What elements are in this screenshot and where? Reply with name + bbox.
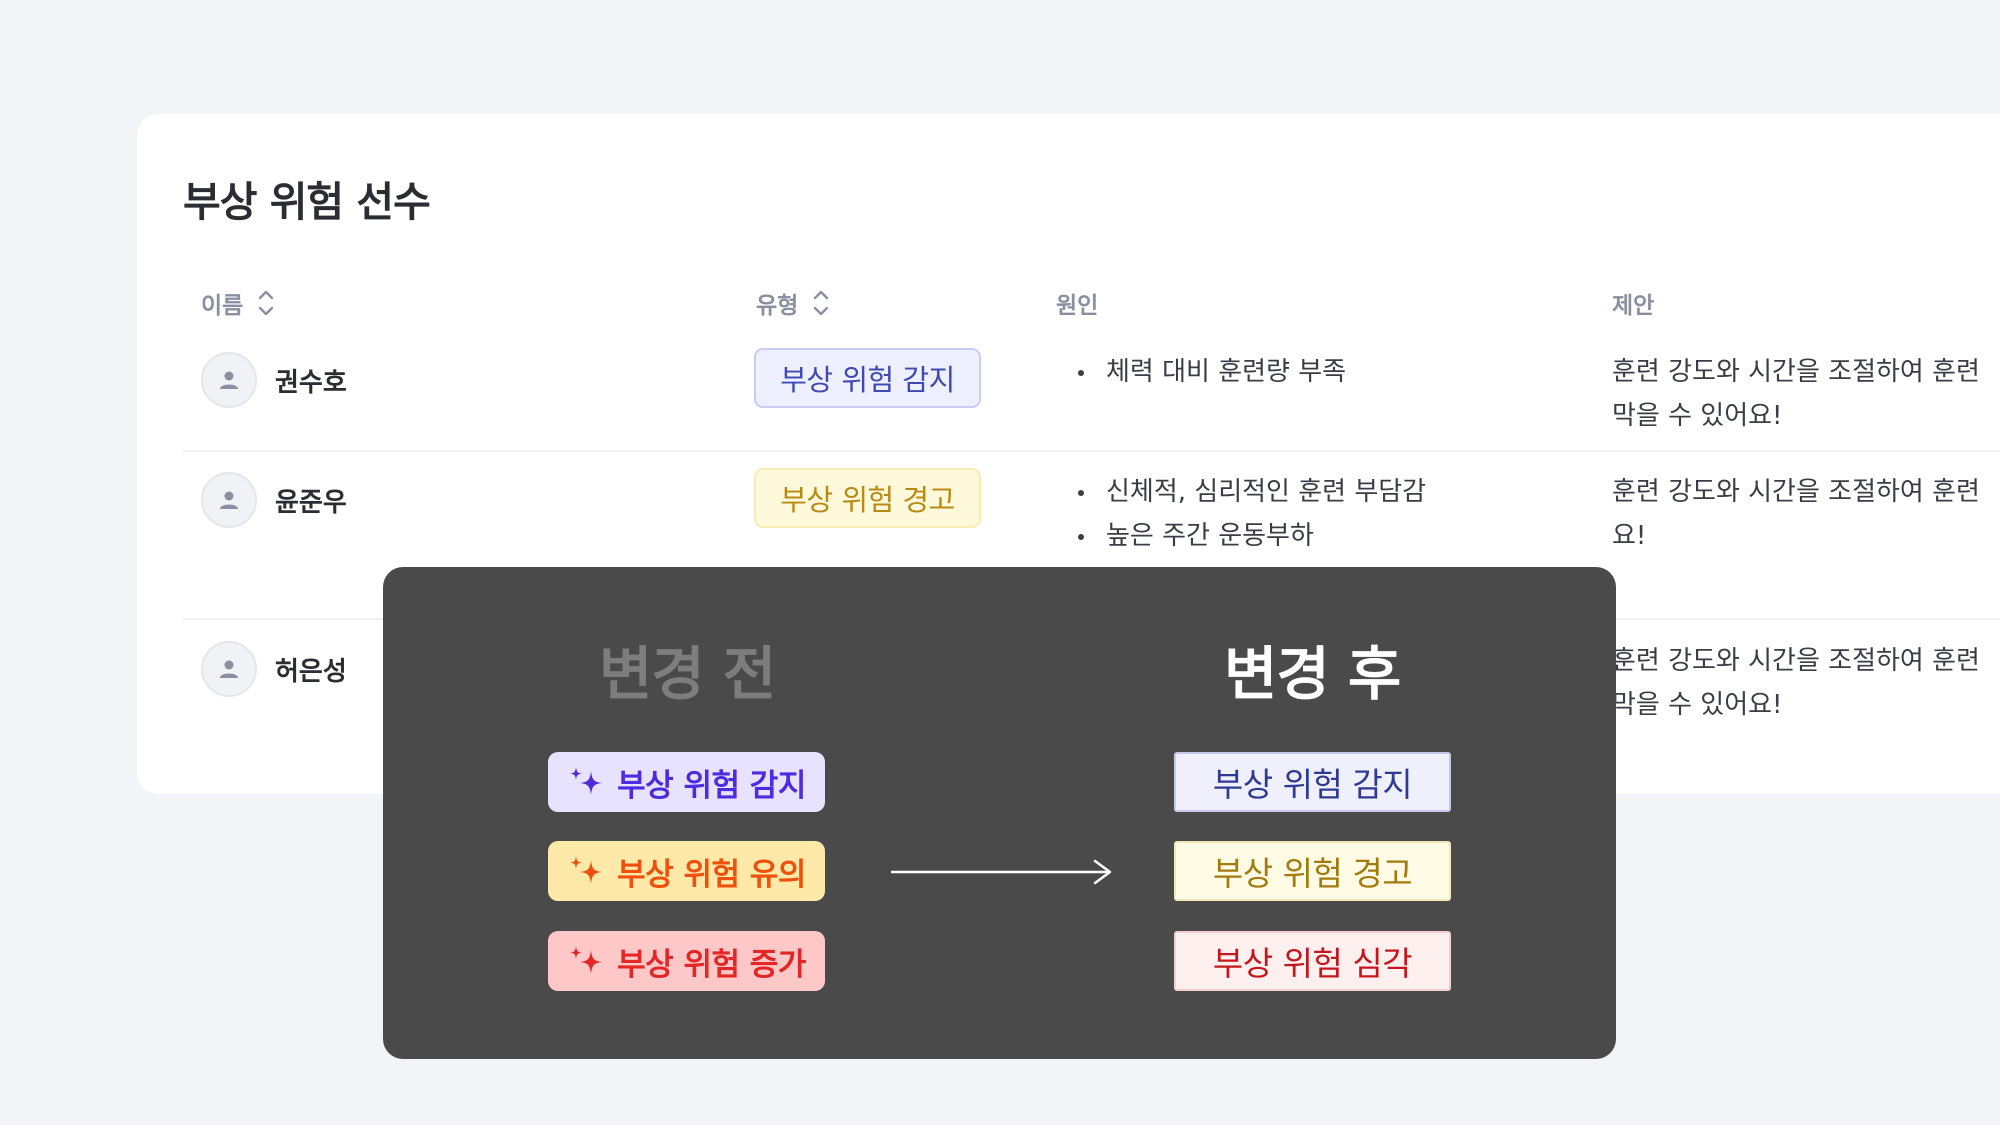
suggestion-line: 막을 수 있어요! [1612, 690, 1783, 720]
before-badge-label: 부상 위험 유의 [617, 856, 806, 893]
avatar [201, 352, 257, 408]
user-icon [220, 371, 238, 389]
cause-list: 신체적, 심리적인 훈련 부담감 높은 주간 운동부하 [1074, 470, 1426, 558]
before-badge-increase: 부상 위험 증가 [548, 931, 825, 991]
before-badge-detect: 부상 위험 감지 [548, 752, 825, 812]
cause-item: 높은 주간 운동부하 [1074, 514, 1426, 558]
sort-updown-icon[interactable] [257, 287, 275, 319]
avatar [201, 472, 257, 528]
suggestion-text: 훈련 강도와 시간을 조절하여 훈련 요! [1612, 470, 2000, 558]
column-header-cause-label: 원인 [1056, 293, 1099, 319]
player-name[interactable]: 허은성 [275, 651, 347, 688]
sparkle-icon [570, 946, 603, 974]
user-icon [220, 491, 238, 509]
suggestion-line: 훈련 강도와 시간을 조절하여 훈련 [1612, 646, 1980, 676]
column-header-name-label: 이름 [201, 293, 244, 319]
cause-item: 체력 대비 훈련량 부족 [1074, 350, 1346, 394]
after-badge-severe: 부상 위험 심각 [1174, 931, 1451, 991]
arrow-right-icon [891, 859, 1112, 885]
suggestion-text: 훈련 강도와 시간을 조절하여 훈련 막을 수 있어요! [1612, 639, 2000, 727]
suggestion-text: 훈련 강도와 시간을 조절하여 훈련 막을 수 있어요! [1612, 350, 2000, 438]
column-header-cause: 원인 [1056, 286, 1098, 320]
card-title: 부상 위험 선수 [183, 178, 431, 226]
player-name[interactable]: 윤준우 [275, 482, 347, 519]
avatar [201, 641, 257, 697]
before-badge-label: 부상 위험 감지 [617, 767, 806, 804]
column-header-suggestion-label: 제안 [1612, 293, 1655, 319]
row-divider [183, 450, 2000, 452]
column-header-name[interactable]: 이름 [201, 286, 275, 320]
after-badge-detect: 부상 위험 감지 [1174, 752, 1451, 812]
sort-updown-icon[interactable] [812, 287, 830, 319]
after-badge-label: 부상 위험 경고 [1212, 854, 1413, 893]
before-badge-caution: 부상 위험 유의 [548, 841, 825, 901]
cause-item: 신체적, 심리적인 훈련 부담감 [1074, 470, 1426, 514]
after-badge-warning: 부상 위험 경고 [1174, 841, 1451, 901]
player-name[interactable]: 권수호 [275, 362, 347, 399]
after-badge-label: 부상 위험 심각 [1212, 944, 1413, 983]
sparkle-icon [570, 767, 603, 795]
suggestion-line: 요! [1612, 521, 1647, 551]
status-badge: 부상 위험 경고 [754, 468, 981, 528]
column-header-type-label: 유형 [756, 293, 799, 319]
suggestion-line: 훈련 강도와 시간을 조절하여 훈련 [1612, 477, 1980, 507]
user-icon [220, 660, 238, 678]
suggestion-line: 훈련 강도와 시간을 조절하여 훈련 [1612, 357, 1980, 387]
status-badge: 부상 위험 감지 [754, 348, 981, 408]
sparkle-icon [570, 856, 603, 884]
suggestion-line: 막을 수 있어요! [1612, 401, 1783, 431]
before-title: 변경 전 [599, 640, 776, 708]
column-header-type[interactable]: 유형 [756, 286, 830, 320]
before-badge-label: 부상 위험 증가 [617, 946, 806, 983]
after-title: 변경 후 [1224, 640, 1401, 708]
after-badge-label: 부상 위험 감지 [1212, 765, 1413, 804]
cause-list: 체력 대비 훈련량 부족 [1074, 350, 1346, 394]
column-header-suggestion: 제안 [1612, 286, 1654, 320]
comparison-panel: 변경 전 변경 후 부상 위험 감지 부상 위험 유의 부상 위험 증가 부상 … [383, 567, 1616, 1059]
